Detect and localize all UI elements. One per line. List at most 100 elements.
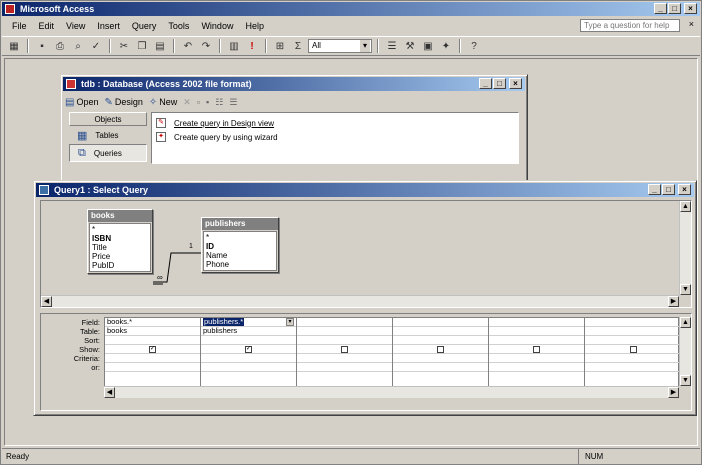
app-titlebar[interactable]: Microsoft Access _ □ × [2,2,700,16]
menu-file[interactable]: File [8,21,33,31]
access-app-icon[interactable] [5,4,15,14]
grid-cell-criteria[interactable] [105,354,200,363]
grid-cell-or[interactable] [105,363,200,372]
list-item[interactable]: ✦ Create query by using wizard [156,130,514,144]
grid-cell-field[interactable] [585,318,681,327]
field-list-books[interactable]: books * ISBN Title Price PubID [87,209,153,274]
scroll-up-button[interactable]: ▲ [680,317,691,328]
grid-cell-table[interactable]: publishers [201,327,296,336]
field-item[interactable]: * [92,225,148,234]
design-button[interactable]: ✎ Design [104,97,142,108]
close-button[interactable]: × [684,3,697,14]
db-minimize-button[interactable]: _ [479,78,492,89]
show-table-icon[interactable]: ⊞ [272,38,288,54]
grid-cell-or[interactable] [393,363,488,372]
redo-icon[interactable]: ↷ [198,38,214,54]
menu-query[interactable]: Query [126,21,163,31]
undo-icon[interactable]: ↶ [180,38,196,54]
grid-cell-criteria[interactable] [489,354,584,363]
grid-cell-field[interactable]: publishers.* ▾ [201,318,296,327]
new-object-icon[interactable]: ✦ [438,38,454,54]
paste-icon[interactable]: ▤ [152,38,168,54]
grid-cell-sort[interactable] [201,336,296,345]
grid-cell-criteria[interactable] [297,354,392,363]
scroll-down-button[interactable]: ▼ [680,284,691,295]
scroll-left-button[interactable]: ◀ [104,387,115,398]
db-restore-button[interactable]: □ [493,78,506,89]
field-item-key[interactable]: ID [206,242,274,251]
table-pane[interactable]: books * ISBN Title Price PubID 1 ∞ publi… [40,200,692,308]
query-type-icon[interactable]: ▥ [226,38,242,54]
scroll-right-button[interactable]: ▶ [668,387,679,398]
copy-icon[interactable]: ❐ [134,38,150,54]
grid-cell-table[interactable] [585,327,681,336]
scroll-up-button[interactable]: ▲ [680,201,691,212]
grid-cell-or[interactable] [585,363,681,372]
grid-cell-field[interactable]: books.* [105,318,200,327]
field-item[interactable]: Phone [206,260,274,269]
objects-item-tables[interactable]: ▦ Tables [69,126,147,144]
db-close-button[interactable]: × [509,78,522,89]
minimize-button[interactable]: _ [654,3,667,14]
grid-cell-criteria[interactable] [201,354,296,363]
grid-cell-field[interactable] [489,318,584,327]
field-list-title[interactable]: publishers [202,218,278,230]
show-checkbox[interactable] [437,345,444,353]
field-item-key[interactable]: ISBN [92,234,148,243]
query-window-titlebar[interactable]: Query1 : Select Query _ □ × [36,183,694,197]
small-icons-icon[interactable]: ▪ [206,97,209,107]
grid-cell-sort[interactable] [297,336,392,345]
query-minimize-button[interactable]: _ [648,184,661,195]
menubar-close-icon[interactable]: × [689,19,694,29]
grid-cell-table[interactable] [489,327,584,336]
show-checkbox[interactable]: ✓ [245,345,252,353]
menu-window[interactable]: Window [195,21,239,31]
grid-cell-field[interactable] [297,318,392,327]
grid-cell-sort[interactable] [105,336,200,345]
grid-cell-criteria[interactable] [393,354,488,363]
restore-button[interactable]: □ [668,3,681,14]
objects-item-queries[interactable]: ⧉ Queries [69,144,147,162]
table-pane-vertical-scrollbar[interactable]: ▲ ▼ [679,201,691,295]
ask-a-question-input[interactable]: Type a question for help [580,19,680,32]
list-view-icon[interactable]: ☷ [215,97,223,108]
field-dropdown-icon[interactable]: ▾ [286,318,294,326]
cut-icon[interactable]: ✂ [116,38,132,54]
menu-view[interactable]: View [60,21,91,31]
scroll-left-button[interactable]: ◀ [41,296,52,307]
join-line[interactable] [153,241,201,291]
query-close-button[interactable]: × [678,184,691,195]
scroll-right-button[interactable]: ▶ [668,296,679,307]
objects-header[interactable]: Objects [69,112,147,126]
list-item[interactable]: ✎ Create query in Design view [156,116,514,130]
grid-cell-sort[interactable] [585,336,681,345]
grid-cell-sort[interactable] [393,336,488,345]
scroll-down-button[interactable]: ▼ [680,375,691,386]
show-checkbox[interactable]: ✓ [149,345,156,353]
field-item[interactable]: Name [206,251,274,260]
grid-cell-table[interactable] [393,327,488,336]
field-item[interactable]: Price [92,252,148,261]
delete-icon[interactable]: ✕ [183,97,191,108]
properties-icon[interactable]: ☰ [384,38,400,54]
run-icon[interactable]: ! [244,38,260,54]
menu-insert[interactable]: Insert [91,21,126,31]
grid-horizontal-scrollbar[interactable]: ◀ ▶ [104,386,679,398]
menu-edit[interactable]: Edit [33,21,61,31]
grid-cell-or[interactable] [489,363,584,372]
grid-vertical-scrollbar[interactable]: ▲ ▼ [679,317,691,386]
save-icon[interactable]: ▪ [34,38,50,54]
grid-cell-field[interactable] [393,318,488,327]
help-icon[interactable]: ? [466,38,482,54]
open-button[interactable]: ▤ Open [65,97,98,108]
show-checkbox[interactable] [533,345,540,353]
new-button[interactable]: ✧ New [149,97,177,108]
menu-help[interactable]: Help [239,21,270,31]
query-restore-button[interactable]: □ [662,184,675,195]
grid-cell-sort[interactable] [489,336,584,345]
view-icon[interactable]: ▦ [6,38,22,54]
grid-cell-criteria[interactable] [585,354,681,363]
menu-tools[interactable]: Tools [162,21,195,31]
show-checkbox[interactable] [341,345,348,353]
grid-cell-table[interactable]: books [105,327,200,336]
